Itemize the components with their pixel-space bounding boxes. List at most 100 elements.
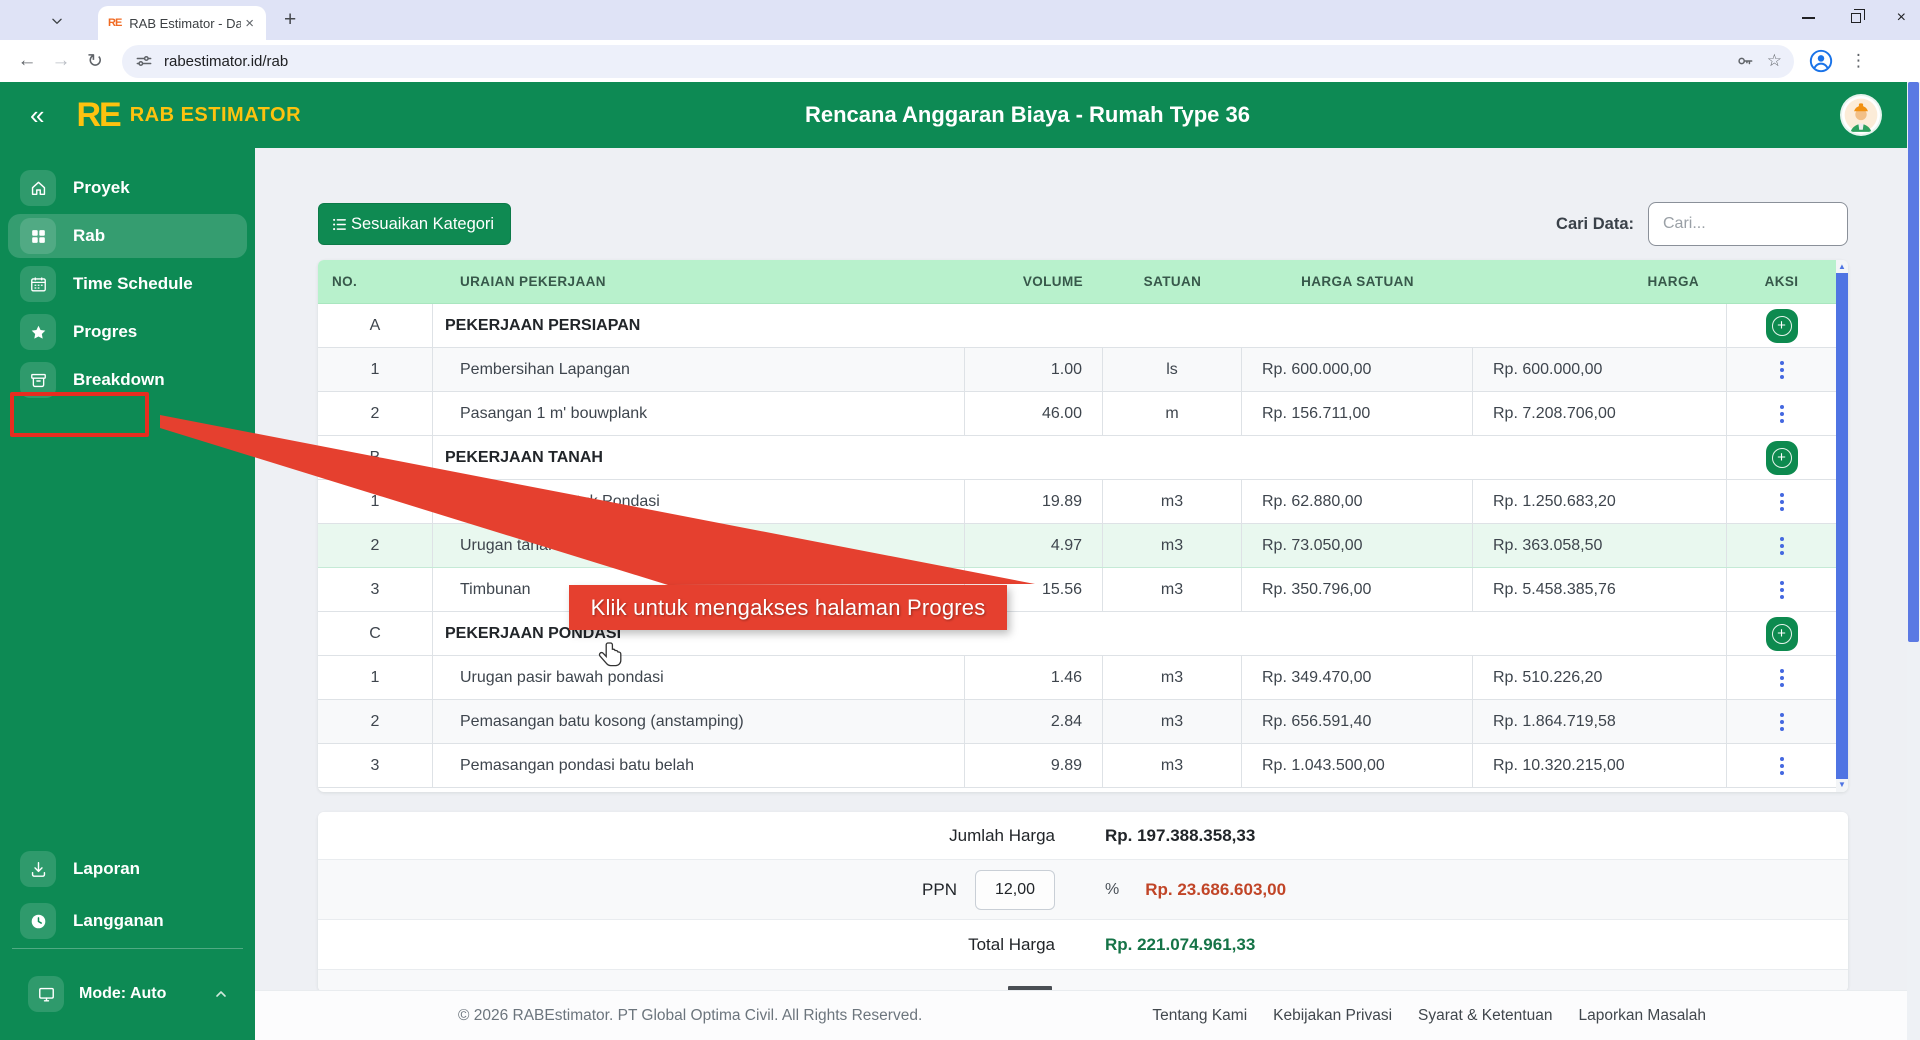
row-satuan: m3 <box>1103 480 1242 523</box>
page-title: Rencana Anggaran Biaya - Rumah Type 36 <box>255 102 1800 128</box>
table-row[interactable]: 2Pasangan 1 m' bouwplank46.00mRp. 156.71… <box>318 392 1836 436</box>
section-title: PEKERJAAN PERSIAPAN <box>433 304 1727 347</box>
home-icon <box>20 170 56 206</box>
page-scrollbar-thumb[interactable] <box>1908 82 1919 642</box>
forward-button[interactable]: → <box>44 44 78 78</box>
table-row[interactable]: 3Timbunan15.56m3Rp. 350.796,00Rp. 5.458.… <box>318 568 1836 612</box>
row-satuan: m3 <box>1103 700 1242 743</box>
sidebar: Proyek Rab Time ScheduleProgresBreakdown L… <box>0 148 255 1040</box>
add-item-button[interactable]: + <box>1766 441 1798 475</box>
row-actions-icon[interactable] <box>1774 751 1790 781</box>
add-item-button[interactable]: + <box>1766 309 1798 343</box>
sidebar-item-proyek[interactable]: Proyek <box>8 166 247 210</box>
sidebar-collapse-icon[interactable]: « <box>30 102 44 128</box>
row-volume: 9.89 <box>965 744 1103 787</box>
sidebar-item-progres[interactable]: Progres <box>8 310 247 354</box>
close-tab-icon[interactable]: × <box>241 15 258 32</box>
close-window-icon[interactable]: × <box>1897 10 1906 26</box>
row-satuan: ls <box>1103 348 1242 391</box>
row-actions-icon[interactable] <box>1774 707 1790 737</box>
row-volume: 15.56 <box>965 568 1103 611</box>
row-harga-satuan: Rp. 73.050,00 <box>1242 524 1473 567</box>
grid-icon <box>20 218 56 254</box>
row-actions-icon[interactable] <box>1774 531 1790 561</box>
ppn-input[interactable] <box>975 870 1055 910</box>
browser-menu-icon[interactable]: ⋮ <box>1850 51 1867 71</box>
footer-link-tentang-kami[interactable]: Tentang Kami <box>1152 1007 1247 1025</box>
search-input[interactable] <box>1648 202 1848 246</box>
restore-icon[interactable] <box>1851 13 1861 23</box>
back-button[interactable]: ← <box>10 44 44 78</box>
row-volume: 19.89 <box>965 480 1103 523</box>
add-item-button[interactable]: + <box>1766 617 1798 651</box>
row-volume: 1.00 <box>965 348 1103 391</box>
table-scrollbar[interactable]: ▲ ▼ <box>1836 260 1848 792</box>
column-header: SATUAN <box>1103 260 1242 303</box>
column-header: HARGA SATUAN <box>1242 260 1473 303</box>
sidebar-item-time-schedule[interactable]: Time Schedule <box>8 262 247 306</box>
total-harga-label: Total Harga <box>318 935 1055 955</box>
site-settings-icon[interactable] <box>134 51 154 71</box>
adjust-category-button[interactable]: Sesuaikan Kategori <box>318 203 511 245</box>
reload-button[interactable]: ↻ <box>78 44 112 78</box>
sidebar-item-label: Laporan <box>73 859 140 879</box>
row-volume: 46.00 <box>965 392 1103 435</box>
row-volume: 4.97 <box>965 524 1103 567</box>
tab-search-button[interactable] <box>42 8 72 34</box>
new-tab-button[interactable]: + <box>284 8 296 32</box>
summary-card: Jumlah Harga Rp. 197.388.358,33 PPN % Rp… <box>318 812 1848 992</box>
url-bar[interactable]: rabestimator.id/rab ☆ <box>122 45 1794 78</box>
table-row[interactable]: 1Pembersihan Lapangan1.00lsRp. 600.000,0… <box>318 348 1836 392</box>
table-row[interactable]: 1Urugan pasir bawah pondasi1.46m3Rp. 349… <box>318 656 1836 700</box>
mode-toggle[interactable]: Mode: Auto <box>8 972 247 1016</box>
table-row[interactable]: 2Pemasangan batu kosong (anstamping)2.84… <box>318 700 1836 744</box>
sidebar-item-breakdown[interactable]: Breakdown <box>8 358 247 402</box>
page-scrollbar[interactable] <box>1907 82 1920 1040</box>
scroll-up-icon[interactable]: ▲ <box>1836 261 1848 273</box>
list-icon <box>331 216 348 233</box>
chevron-up-icon <box>213 986 229 1002</box>
column-header: NO. <box>318 260 433 303</box>
sidebar-item-langganan[interactable]: Langganan <box>8 899 247 943</box>
row-actions-icon[interactable] <box>1774 399 1790 429</box>
profile-icon[interactable] <box>1808 48 1834 74</box>
row-uraian: Pasangan 1 m' bouwplank <box>433 392 965 435</box>
sidebar-item-label: Rab <box>73 226 105 246</box>
table-row[interactable]: 1Galian Tanah untuk Pondasi19.89m3Rp. 62… <box>318 480 1836 524</box>
sidebar-item-laporan[interactable]: Laporan <box>8 847 247 891</box>
row-number: 2 <box>318 524 433 567</box>
row-harga-satuan: Rp. 1.043.500,00 <box>1242 744 1473 787</box>
row-uraian: Timbunan <box>433 568 965 611</box>
scroll-down-icon[interactable]: ▼ <box>1836 779 1848 791</box>
url-text[interactable]: rabestimator.id/rab <box>164 53 1735 70</box>
row-satuan: m3 <box>1103 568 1242 611</box>
row-satuan: m3 <box>1103 744 1242 787</box>
page-footer: © 2026 RABEstimator. PT Global Optima Ci… <box>255 990 1920 1040</box>
row-number: 1 <box>318 656 433 699</box>
chevron-down-icon <box>50 14 64 28</box>
browser-tab[interactable]: RE RAB Estimator - Dashboard × <box>98 6 266 40</box>
column-header: AKSI <box>1727 260 1836 303</box>
minimize-icon[interactable] <box>1802 17 1815 19</box>
row-actions-icon[interactable] <box>1774 663 1790 693</box>
row-actions-icon[interactable] <box>1774 487 1790 517</box>
footer-link-kebijakan-privasi[interactable]: Kebijakan Privasi <box>1273 1007 1392 1025</box>
password-key-icon[interactable] <box>1735 51 1755 71</box>
sidebar-item-rab[interactable]: Rab <box>8 214 247 258</box>
bookmark-star-icon[interactable]: ☆ <box>1767 51 1782 71</box>
row-harga: Rp. 7.208.706,00 <box>1473 392 1727 435</box>
table-scrollbar-thumb[interactable] <box>1836 273 1848 779</box>
footer-link-syarat-ketentuan[interactable]: Syarat & Ketentuan <box>1418 1007 1552 1025</box>
total-harga-value: Rp. 221.074.961,33 <box>1055 935 1255 955</box>
ppn-label: PPN <box>922 880 957 900</box>
footer-link-laporkan-masalah[interactable]: Laporkan Masalah <box>1578 1007 1706 1025</box>
row-actions-icon[interactable] <box>1774 575 1790 605</box>
section-letter: B <box>318 436 433 479</box>
table-row[interactable]: 2Urugan tanah kembali4.97m3Rp. 73.050,00… <box>318 524 1836 568</box>
row-volume: 1.46 <box>965 656 1103 699</box>
column-header: URAIAN PEKERJAAN <box>433 260 965 303</box>
row-harga-satuan: Rp. 156.711,00 <box>1242 392 1473 435</box>
avatar[interactable] <box>1842 96 1880 134</box>
table-row[interactable]: 3Pemasangan pondasi batu belah9.89m3Rp. … <box>318 744 1836 788</box>
row-actions-icon[interactable] <box>1774 355 1790 385</box>
